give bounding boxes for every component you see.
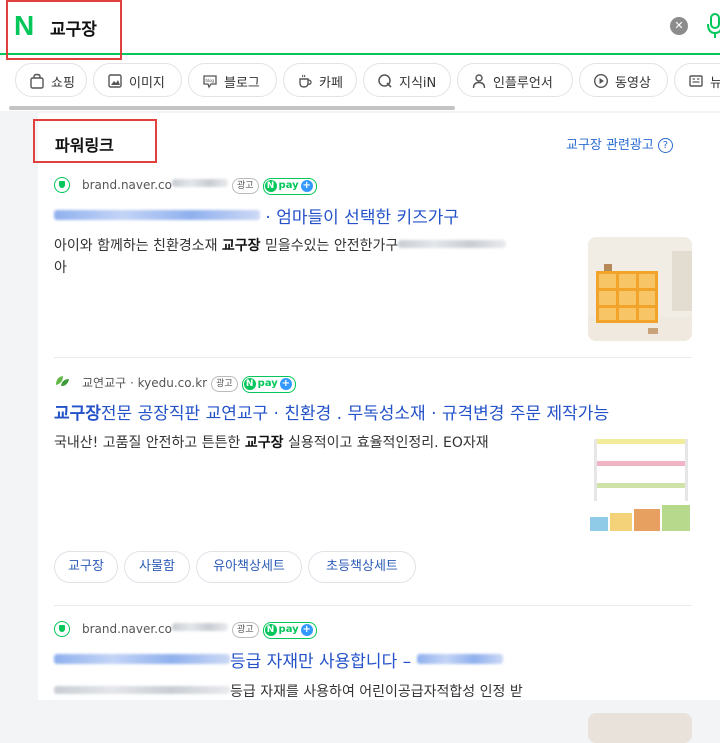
plus-icon: +	[279, 378, 292, 390]
tab-label: 인플루언서	[493, 76, 553, 91]
headline-keyword: 교구장	[54, 404, 101, 424]
chip-교구장[interactable]: 교구장	[54, 551, 118, 583]
headline-text: 전문 공장직판 교연교구 · 친환경 . 무독성소재 · 규격변경 주문 제작가…	[100, 404, 610, 424]
tab-label: 동영상	[615, 76, 651, 91]
ad-description: 국내산! 고품질 안전하고 튼튼한 교구장 실용적이고 효율적인정리. EO자재	[54, 432, 584, 454]
ad-badge: 광고	[211, 376, 238, 392]
coffee-cup-icon	[299, 74, 312, 88]
desc-text: 아	[54, 260, 67, 276]
leaf-logo-icon	[54, 373, 70, 389]
related-ads-link[interactable]: 교구장 관련광고?	[566, 134, 673, 153]
tab-label: 카페	[319, 76, 343, 91]
npay-label: pay	[278, 180, 299, 191]
powerlink-section: 파워링크 교구장 관련광고? brand.naver.co 광고 Npay + · 엄…	[33, 113, 720, 743]
tab-images[interactable]: 이미지	[93, 63, 182, 97]
product-thumbnail-shelf[interactable]	[588, 237, 692, 341]
tab-label: 뉴	[710, 76, 720, 91]
tabs-scrollbar[interactable]	[0, 105, 720, 111]
image-icon	[108, 74, 122, 88]
ad-headline-link[interactable]: · 엄마들이 선택한 키즈가구	[54, 203, 459, 228]
help-icon[interactable]: ?	[657, 138, 673, 153]
shopping-bag-icon	[30, 73, 44, 89]
search-bar: N 교구장 ✕	[0, 0, 720, 60]
tab-blog[interactable]: blog 블로그	[188, 63, 277, 97]
highlight-box-search	[6, 0, 122, 60]
desc-text: 등급 자재를 사용하여 어린이공급자적합성 인정 받	[230, 684, 523, 700]
npay-n-icon: N	[264, 624, 277, 636]
person-icon	[472, 74, 486, 89]
source-domain[interactable]: brand.naver.co	[82, 622, 172, 636]
source-domain[interactable]: brand.naver.co	[82, 178, 172, 192]
chip-locker[interactable]: 사물함	[124, 551, 190, 583]
npay-label: pay	[278, 624, 299, 635]
cabinet-image	[588, 433, 692, 537]
desc-text: 아이와 함께하는 친환경소재	[54, 238, 222, 254]
related-ads-label: 교구장 관련광고	[566, 138, 654, 153]
tab-news[interactable]: 뉴	[674, 63, 720, 97]
tab-influencer[interactable]: 인플루언서	[457, 63, 573, 97]
npay-n-icon: N	[264, 180, 277, 192]
blog-icon: blog	[203, 75, 217, 89]
kin-q-icon	[378, 74, 392, 88]
desc-keyword: 교구장	[244, 435, 284, 451]
ad-badge: 광고	[231, 178, 259, 194]
redacted-text	[171, 179, 228, 187]
ad-item: brand.naver.co 광고 Npay + · 엄마들이 선택한 키즈가구 아이…	[54, 173, 692, 357]
ad-headline-link[interactable]: 등급 자재만 사용합니다 –	[54, 647, 503, 672]
tab-video[interactable]: 동영상	[579, 63, 668, 97]
source-separator: ·	[126, 376, 138, 390]
advertiser-name[interactable]: 교연교구	[82, 376, 126, 390]
news-icon	[689, 75, 703, 87]
product-thumbnail-cabinet[interactable]	[588, 433, 692, 537]
tab-label: 블로그	[224, 76, 260, 91]
svg-text:blog: blog	[206, 78, 215, 83]
ad-item: 교연교구 · kyedu.co.kr 광고 Npay + 교구장전문 공장직판 교연교…	[54, 369, 692, 601]
tab-label: 지식iN	[399, 76, 437, 91]
npay-badge: Npay +	[262, 622, 317, 639]
tab-label: 쇼핑	[51, 76, 75, 91]
tab-cafe[interactable]: 카페	[283, 63, 357, 97]
desc-text: 국내산! 고품질 안전하고 튼튼한	[54, 435, 245, 451]
section-title: 파워링크	[55, 136, 114, 155]
ad-item: brand.naver.co 광고 Npay + 등급 자재만 사용합니다 – 등급 …	[54, 617, 692, 743]
tab-label: 이미지	[129, 76, 165, 91]
naver-brand-shield-icon	[54, 621, 70, 637]
shelf-image	[588, 237, 692, 341]
npay-badge: Npay +	[262, 178, 317, 195]
divider	[54, 357, 692, 358]
headline-text: · 엄마들이 선택한 키즈가구	[265, 208, 460, 228]
ad-headline-link[interactable]: 교구장전문 공장직판 교연교구 · 친환경 . 무독성소재 · 규격변경 주문 …	[54, 399, 609, 424]
play-icon	[593, 73, 609, 89]
ad-description: 아이와 함께하는 친환경소재 교구장 믿을수있는 안전한가구 아	[54, 235, 584, 279]
npay-label: pay	[257, 378, 278, 389]
clear-search-button[interactable]: ✕	[670, 17, 688, 35]
divider	[54, 605, 692, 606]
redacted-text	[398, 240, 507, 248]
desc-text: 믿을수있는 안전한가구	[260, 238, 399, 254]
desc-text: 실용적이고 효율적인정리. EO자재	[283, 435, 489, 451]
scrollbar-thumb[interactable]	[9, 106, 455, 110]
source-domain[interactable]: kyedu.co.kr	[138, 376, 207, 390]
plus-icon: +	[300, 624, 313, 636]
chip-kids-desk-set[interactable]: 유아책상세트	[196, 551, 302, 583]
tab-shopping[interactable]: 쇼핑	[15, 63, 87, 97]
redacted-text	[416, 654, 503, 664]
category-tabs: 쇼핑 이미지 blog 블로그 카페 지식iN 인플루언서 동영상 뉴	[0, 55, 720, 105]
ad-badge: 광고	[231, 622, 259, 638]
redacted-text	[54, 686, 230, 694]
npay-badge: Npay +	[241, 376, 296, 393]
desc-keyword: 교구장	[221, 238, 261, 254]
tab-kin[interactable]: 지식iN	[363, 63, 451, 97]
naver-brand-shield-icon	[54, 177, 70, 193]
microphone-icon[interactable]	[706, 12, 720, 40]
plus-icon: +	[300, 180, 313, 192]
product-thumbnail[interactable]	[588, 713, 692, 743]
redacted-text	[54, 654, 230, 664]
headline-text: 등급 자재만 사용합니다 –	[230, 652, 412, 672]
chip-elementary-desk-set[interactable]: 초등책상세트	[308, 551, 416, 583]
npay-n-icon: N	[243, 378, 256, 390]
redacted-text	[171, 623, 228, 631]
redacted-text	[54, 210, 260, 220]
